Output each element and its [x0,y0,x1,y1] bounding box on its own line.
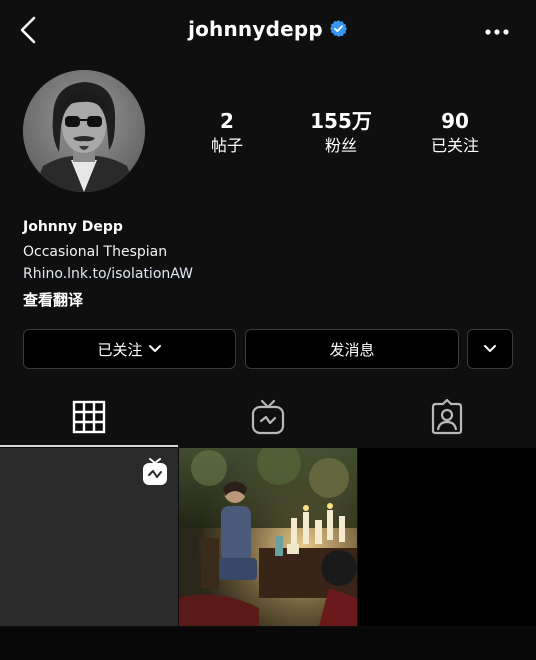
igtv-icon [143,458,167,485]
igtv-icon [251,399,285,435]
active-tab-indicator [0,445,178,447]
grid-icon [72,400,106,434]
tab-igtv[interactable] [179,388,357,446]
username-text: johnnydepp [188,17,323,41]
chevron-down-icon [148,345,161,352]
top-bar: johnnydepp [0,0,536,64]
bottom-area [0,627,536,660]
chevron-down-icon [484,345,496,352]
posts-count: 2 [220,109,234,133]
followers-count: 155万 [310,109,372,133]
verified-badge-icon [329,19,348,43]
see-translation-link[interactable]: 查看翻译 [23,289,83,310]
empty-grid-slot [358,448,536,626]
more-horizontal-icon [485,29,509,35]
post-tile-igtv[interactable] [0,448,178,626]
post-photo [179,441,357,626]
profile-display-name: Johnny Depp [23,219,123,235]
profile-bio: Occasional Thespian [23,244,168,260]
tab-posts-grid[interactable] [0,388,178,446]
profile-tabs [0,388,536,446]
message-button-label: 发消息 [329,340,375,359]
followers-label: 粉丝 [324,136,357,155]
following-count: 90 [441,109,469,133]
posts-label: 帖子 [210,136,243,155]
following-label: 已关注 [430,136,479,155]
avatar-photo [23,70,145,192]
stat-followers[interactable]: 155万 粉丝 [286,108,396,158]
profile-link[interactable]: Rhino.lnk.to/isolationAW [23,266,193,282]
post-tile-photo[interactable] [179,441,357,626]
following-button[interactable]: 已关注 [23,329,236,369]
tab-tagged[interactable] [358,388,536,446]
suggested-accounts-button[interactable] [467,329,513,369]
more-options-button[interactable] [482,22,512,42]
stat-following[interactable]: 90 已关注 [400,108,510,158]
message-button[interactable]: 发消息 [245,329,459,369]
profile-avatar[interactable] [23,70,145,192]
stat-posts[interactable]: 2 帖子 [172,108,282,158]
tagged-user-icon [431,399,463,435]
following-button-label: 已关注 [97,340,143,359]
profile-username-header: johnnydepp [0,17,536,43]
